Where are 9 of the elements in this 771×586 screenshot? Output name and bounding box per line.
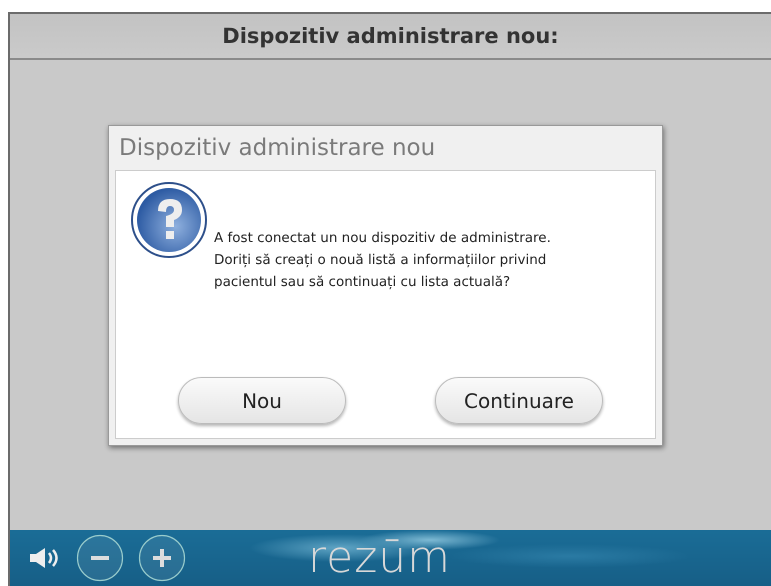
volume-up-icon[interactable] [138,534,186,582]
dialog-message: A fost conectat un nou dispozitiv de administrare. Doriți să creați o nouă listă a informațiilor privind pacientul sau să continuați cu lista actuală? [214,229,552,292]
logo: rezūm [308,536,452,580]
dialog-title: Dispozitiv administrare nou [118,134,436,163]
header-title: Dispozitiv administrare nou: [222,24,559,48]
continue-button[interactable]: Continuare [435,377,603,424]
question-icon [130,181,208,259]
new-button[interactable]: Nou [178,377,346,424]
volume-down-icon[interactable] [76,534,124,582]
